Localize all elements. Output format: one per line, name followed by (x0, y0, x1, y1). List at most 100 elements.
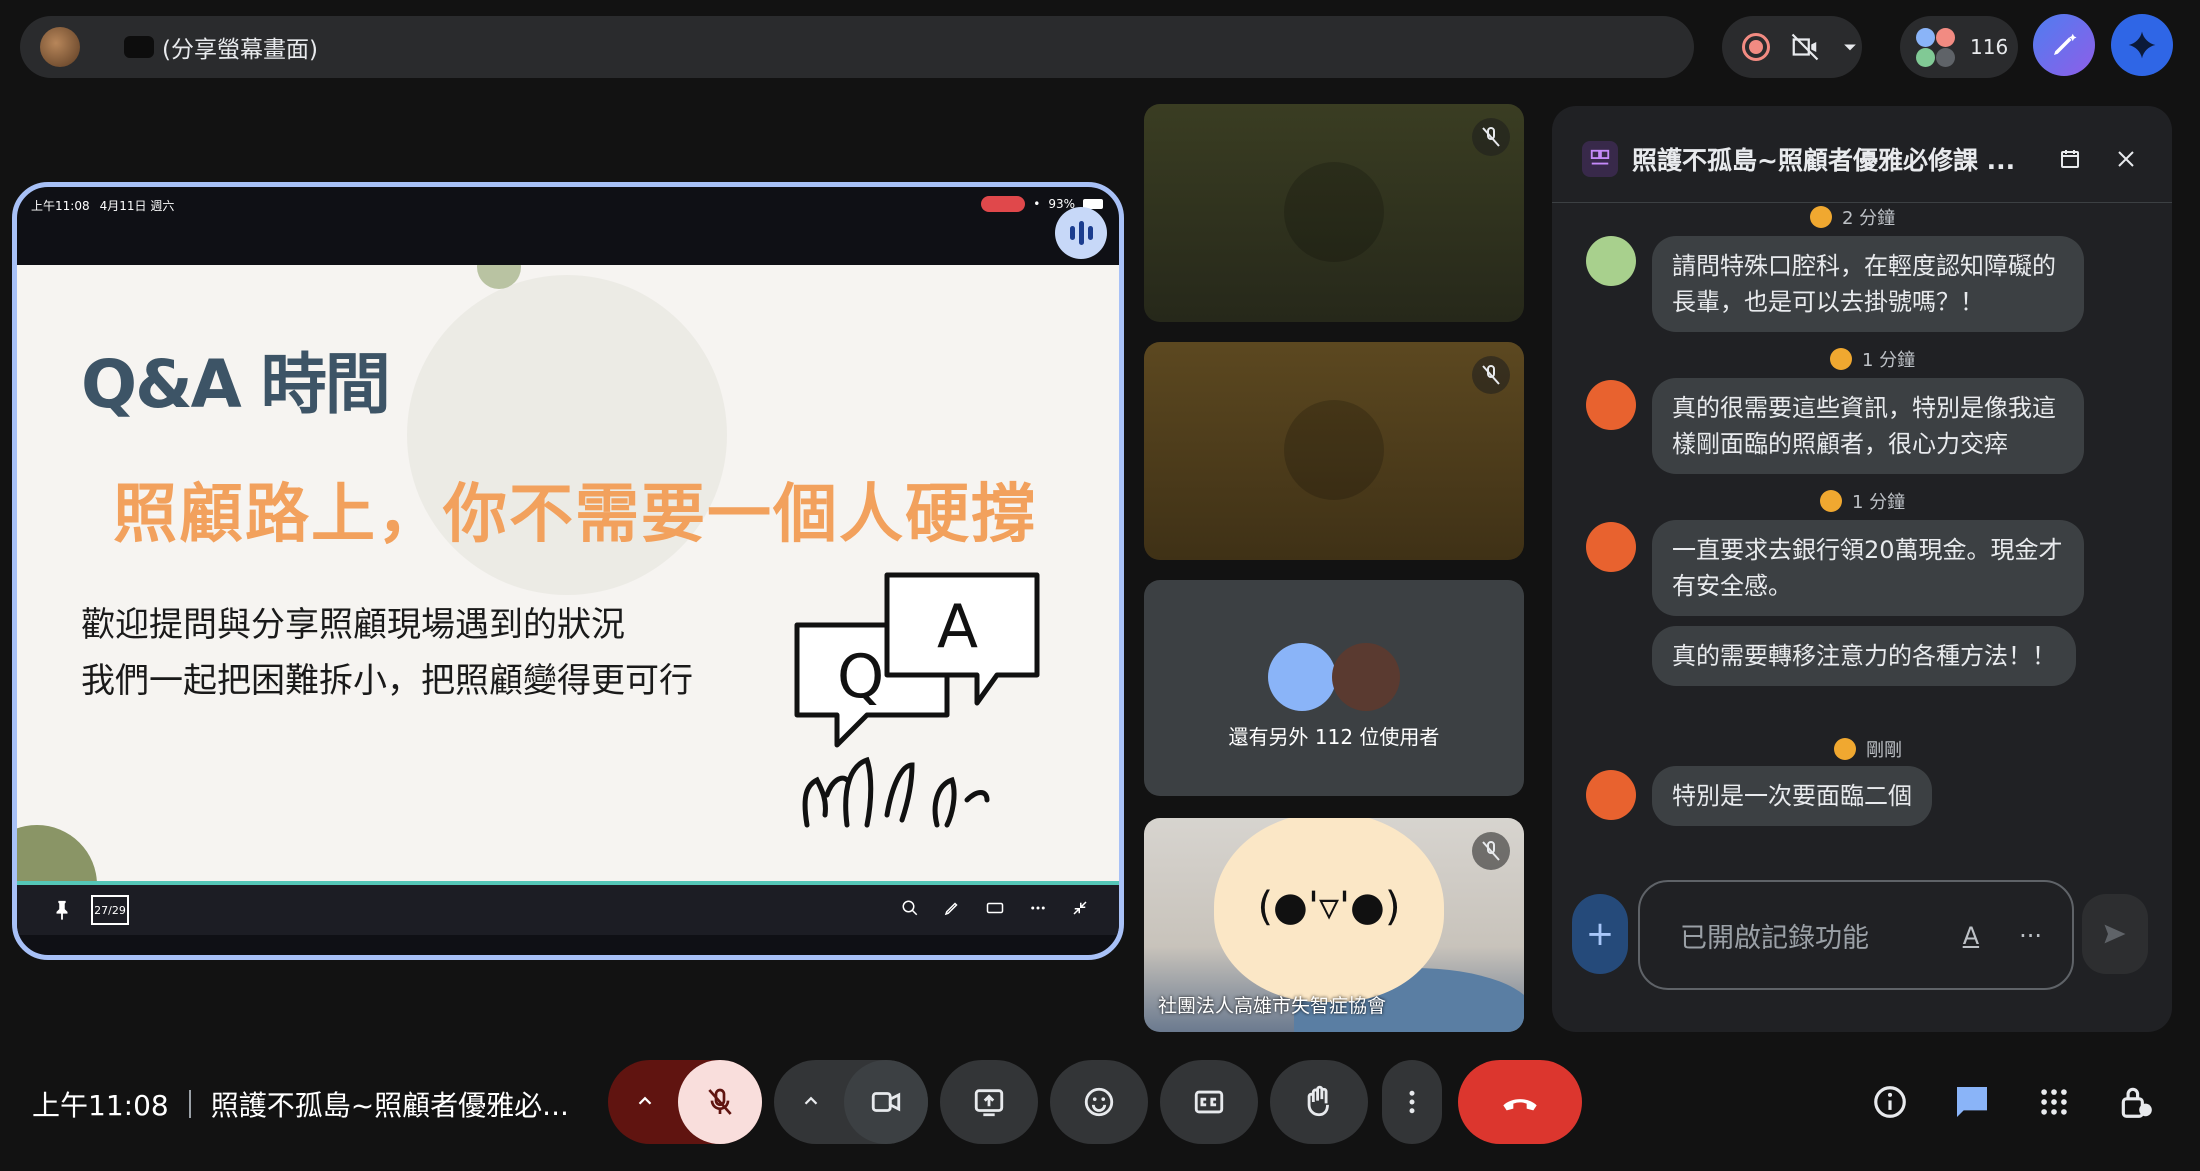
pin-icon[interactable] (51, 897, 73, 923)
avatar (1586, 236, 1636, 286)
input-tools: A ··· (1963, 922, 2042, 950)
keyboard-icon[interactable] (985, 899, 1005, 917)
screen-record-indicator (981, 196, 1026, 212)
send-icon (2104, 924, 2126, 944)
chevron-down-icon[interactable] (1840, 37, 1860, 57)
message-time-label: 1 分鐘 (1852, 492, 1906, 513)
chat-panel: 照護不孤島~照顧者優雅必修課 ... 2 分鐘 請問特殊口腔科，在輕度認知障礙的… (1552, 106, 2172, 1032)
format-text-icon[interactable]: A (1963, 922, 1979, 950)
message-bubble[interactable]: 真的需要轉移注意力的各種方法！！ (1652, 626, 2076, 686)
people-button[interactable]: 116 (1900, 16, 2018, 78)
others-avatars (1268, 642, 1400, 711)
ipad-date: 4月11日 週六 (99, 199, 175, 213)
message-bubble[interactable]: 請問特殊口腔科，在輕度認知障礙的長輩，也是可以去掛號嗎？！ (1652, 236, 2084, 332)
leave-call-button[interactable] (1458, 1060, 1582, 1144)
slide: Q&A 時間 照顧路上，你不需要一個人硬撐 歡迎提問與分享照顧現場遇到的狀況 我… (17, 265, 1119, 881)
message-time-label: 剛剛 (1866, 740, 1902, 761)
chevron-up-icon[interactable] (800, 1090, 822, 1112)
ipad-toolbar: 27/29 (17, 885, 1119, 935)
others-tile[interactable]: 還有另外 112 位使用者 (1144, 580, 1524, 796)
more-icon[interactable] (1029, 899, 1047, 917)
close-button[interactable] (2106, 139, 2146, 179)
participant-tile-2[interactable] (1144, 342, 1524, 560)
chat-divider (1552, 202, 2172, 203)
mic-off-icon (1472, 118, 1510, 156)
divider (188, 1090, 191, 1118)
ai-notes-button[interactable] (2033, 14, 2095, 76)
present-button[interactable] (940, 1060, 1038, 1144)
host-controls-button[interactable] (2108, 1074, 2164, 1130)
mic-off-icon (1472, 356, 1510, 394)
chat-button[interactable] (1944, 1074, 2000, 1130)
add-button[interactable]: + (1572, 894, 1628, 974)
chevron-up-icon[interactable] (634, 1090, 656, 1112)
message-bubble[interactable]: 一直要求去銀行領20萬現金。現金才有安全感。 (1652, 520, 2084, 616)
hand-icon (1307, 1085, 1329, 1117)
emoji-button[interactable] (1050, 1060, 1148, 1144)
message-bubble[interactable]: 真的很需要這些資訊，特別是像我這樣剛面臨的照顧者，很心力交瘁 (1652, 378, 2084, 474)
avatar (1586, 380, 1636, 430)
collapse-icon[interactable] (1071, 899, 1089, 917)
slide-line-2: 我們一起把困難拆小，把照顧變得更可行 (81, 661, 693, 701)
raise-hand-button[interactable] (1270, 1060, 1368, 1144)
blurred-participant (1284, 400, 1384, 500)
camera-off-icon (1820, 490, 1842, 512)
calendar-button[interactable] (2050, 139, 2090, 179)
activities-button[interactable] (2026, 1074, 2082, 1130)
camera-control[interactable] (774, 1060, 928, 1144)
present-screen-icon (974, 1089, 1004, 1117)
video-camera-icon (871, 1092, 901, 1112)
avatar (1586, 522, 1636, 572)
participant-tile-1[interactable] (1144, 104, 1524, 322)
end-call-icon (1503, 1099, 1537, 1111)
emoticon-sticker: (●'▿'●) (1214, 818, 1444, 1002)
camera-off-icon[interactable] (1790, 32, 1820, 62)
mic-off-icon (708, 1088, 732, 1115)
recording-controls[interactable] (1722, 16, 1862, 78)
zoom-icon[interactable] (901, 899, 919, 917)
avatar (1332, 642, 1400, 711)
emoji-icon (1084, 1087, 1114, 1117)
avatar (1586, 770, 1636, 820)
meeting-details-button[interactable] (1862, 1074, 1918, 1130)
lock-person-icon (2121, 1087, 2152, 1118)
message-time: 1 分鐘 (1830, 346, 1915, 372)
slide-blob (17, 825, 97, 881)
gemini-button[interactable] (2111, 14, 2173, 76)
message-time-label: 1 分鐘 (1862, 350, 1916, 371)
send-button[interactable] (2082, 894, 2148, 974)
close-icon (2118, 151, 2134, 167)
apps-grid-icon (2041, 1089, 2067, 1115)
slide-headline: 照顧路上，你不需要一個人硬撐 (113, 478, 1037, 552)
more-options-button[interactable] (1382, 1060, 1442, 1144)
ipad-time: 上午11:08 (31, 199, 90, 213)
audio-level-icon (1055, 207, 1107, 259)
qa-a-letter: A (937, 592, 978, 662)
camera-off-icon (1834, 738, 1856, 760)
mic-toggle-button[interactable] (678, 1060, 762, 1144)
meeting-notes-icon (1582, 141, 1618, 177)
more-options-icon[interactable]: ··· (2019, 922, 2042, 950)
chat-input-placeholder: 已開啟記錄功能 (1680, 922, 1869, 954)
message-bubble[interactable]: 特別是一次要面臨二個 (1652, 766, 1932, 826)
chat-input[interactable]: 已開啟記錄功能 A ··· (1638, 880, 2074, 990)
chat-title: 照護不孤島~照顧者優雅必修課 ... (1632, 146, 2016, 175)
redacted-name (124, 36, 154, 58)
message-time-label: 2 分鐘 (1842, 208, 1896, 229)
camera-toggle-button[interactable] (844, 1060, 928, 1144)
meeting-title[interactable]: 照護不孤島~照顧者優雅必... (211, 1084, 569, 1124)
pen-icon[interactable] (943, 899, 961, 917)
avatar (1268, 642, 1336, 711)
captions-button[interactable] (1160, 1060, 1258, 1144)
closed-captions-icon (1194, 1090, 1224, 1114)
mic-control[interactable] (608, 1060, 762, 1144)
blurred-participant (1284, 162, 1384, 262)
participant-count: 116 (1970, 35, 2009, 59)
slide-title: Q&A 時間 (81, 346, 391, 423)
camera-off-icon (1830, 348, 1852, 370)
record-icon[interactable] (1742, 33, 1770, 61)
qa-q-letter: Q (837, 642, 884, 712)
page-indicator[interactable]: 27/29 (91, 895, 129, 925)
participant-tile-camera[interactable]: (●'▿'●) 社團法人高雄市失智症協會 (1144, 818, 1524, 1032)
wifi-icon: • (1033, 197, 1041, 211)
